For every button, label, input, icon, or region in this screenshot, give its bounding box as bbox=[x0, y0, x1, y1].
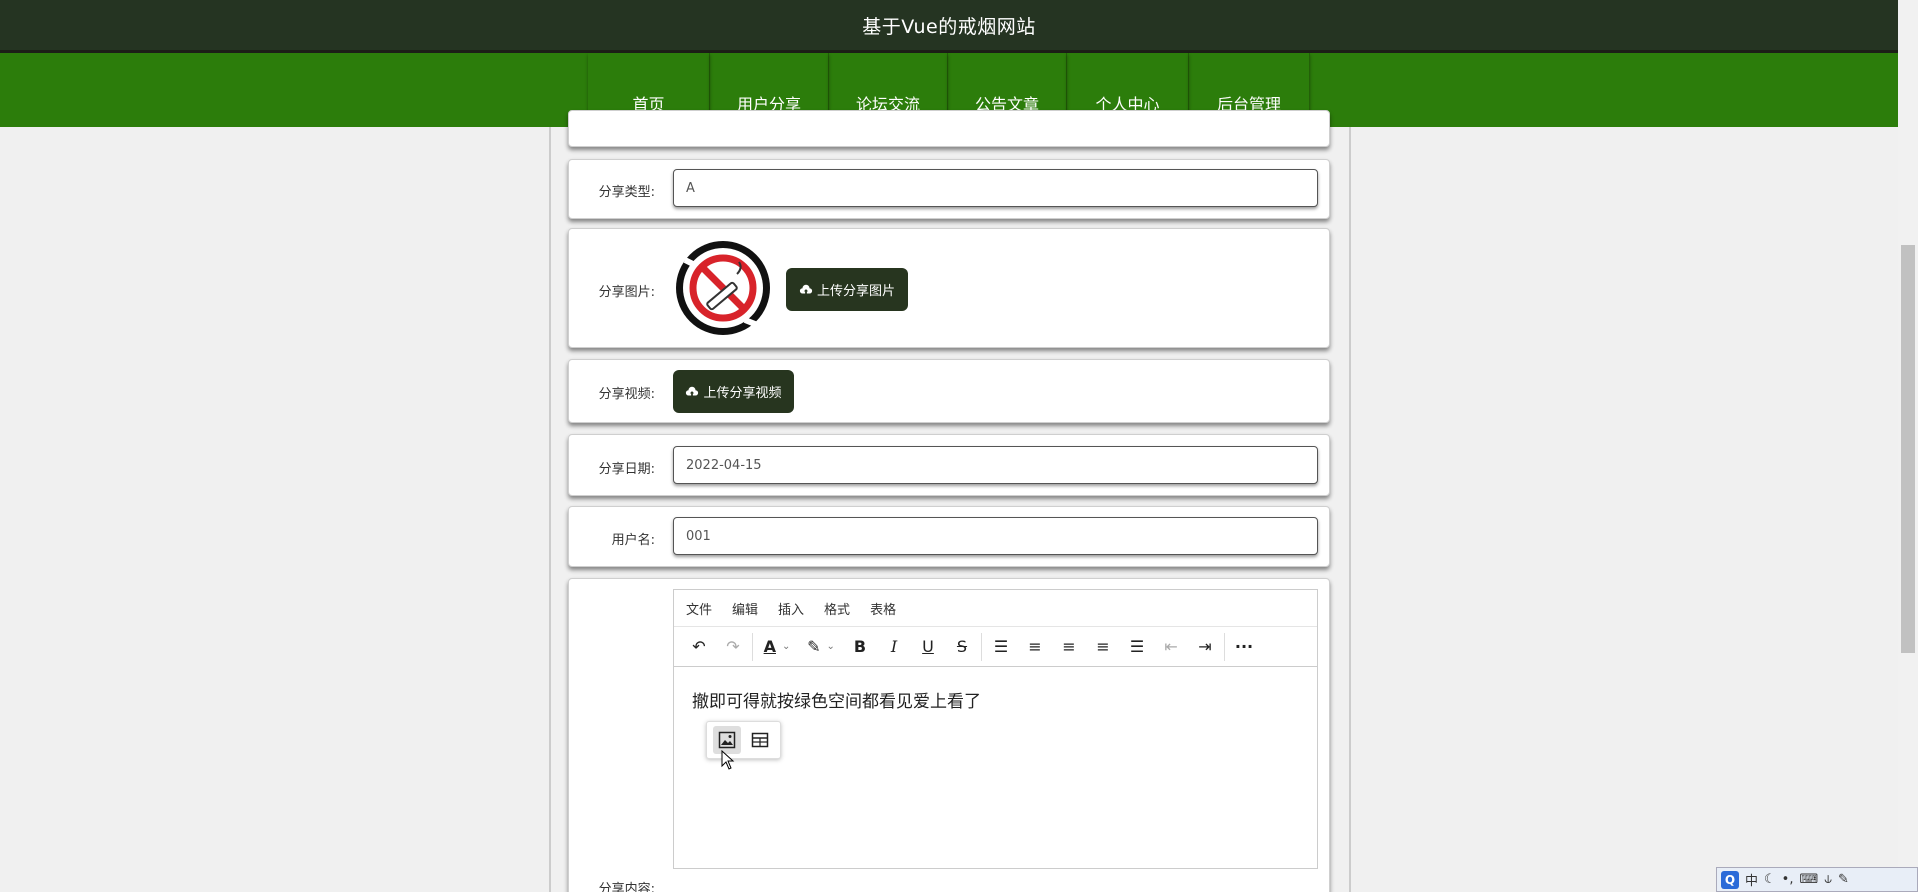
menu-format[interactable]: 格式 bbox=[824, 599, 850, 618]
upload-video-label: 上传分享视频 bbox=[703, 386, 782, 401]
ime-toolbar: Q 中 ☾ •, ⌨ ⫝ ✎ bbox=[1716, 867, 1918, 892]
share-date-label: 分享日期: bbox=[598, 462, 655, 477]
ime-logo-icon[interactable]: Q bbox=[1721, 870, 1739, 889]
outdent-icon[interactable]: ⇤ bbox=[1154, 632, 1188, 662]
form-row-username: 用户名: 001 bbox=[568, 506, 1330, 567]
share-date-input[interactable]: 2022-04-15 bbox=[673, 446, 1318, 484]
insert-table-icon[interactable] bbox=[746, 726, 774, 754]
username-label: 用户名: bbox=[611, 533, 655, 548]
line-height-icon[interactable]: ☰ bbox=[984, 632, 1018, 662]
site-title: 基于Vue的戒烟网站 bbox=[862, 15, 1036, 38]
align-justify-icon[interactable]: ☰ bbox=[1120, 632, 1154, 662]
editor-toolbar: ↶ ↷ A ⌄ ✎ ⌄ B I U S ☰ ≡ ≡ ≡ ☰ ⇤ ⇥ ··· bbox=[674, 627, 1317, 667]
align-right-icon[interactable]: ≡ bbox=[1086, 632, 1120, 662]
editor-menubar: 文件 编辑 插入 格式 表格 bbox=[674, 590, 1317, 627]
cloud-upload-icon bbox=[799, 284, 813, 293]
form-row-share-image: 分享图片: 上传分享图片 bbox=[568, 228, 1330, 348]
share-image-label: 分享图片: bbox=[598, 285, 655, 300]
share-type-input[interactable]: A bbox=[673, 169, 1318, 207]
mouse-cursor-icon bbox=[721, 750, 735, 770]
underline-icon[interactable]: U bbox=[911, 632, 945, 662]
menu-file[interactable]: 文件 bbox=[686, 599, 712, 618]
text-color-icon[interactable]: A ⌄ bbox=[755, 632, 799, 662]
form-row-share-video: 分享视频: 上传分享视频 bbox=[568, 359, 1330, 423]
italic-icon[interactable]: I bbox=[877, 632, 911, 662]
upload-image-label: 上传分享图片 bbox=[816, 284, 895, 299]
highlight-color-icon[interactable]: ✎ ⌄ bbox=[799, 632, 843, 662]
scrollbar-thumb[interactable] bbox=[1901, 245, 1915, 653]
strikethrough-icon[interactable]: S bbox=[945, 632, 979, 662]
share-image-thumbnail[interactable] bbox=[675, 240, 771, 336]
menu-insert[interactable]: 插入 bbox=[778, 599, 804, 618]
username-input[interactable]: 001 bbox=[673, 517, 1318, 555]
keyboard-icon[interactable]: ⌨ bbox=[1799, 872, 1818, 887]
share-type-label: 分享类型: bbox=[598, 185, 655, 200]
form-row-share-date: 分享日期: 2022-04-15 bbox=[568, 434, 1330, 496]
upload-video-button[interactable]: 上传分享视频 bbox=[673, 370, 794, 413]
menu-edit[interactable]: 编辑 bbox=[732, 599, 758, 618]
site-header: 基于Vue的戒烟网站 bbox=[0, 0, 1898, 50]
menu-table[interactable]: 表格 bbox=[870, 599, 896, 618]
align-center-icon[interactable]: ≡ bbox=[1052, 632, 1086, 662]
form-row-hidden bbox=[568, 110, 1330, 147]
upload-image-button[interactable]: 上传分享图片 bbox=[786, 268, 908, 311]
punctuation-icon[interactable]: •, bbox=[1782, 872, 1794, 887]
undo-icon[interactable]: ↶ bbox=[682, 632, 716, 662]
ime-mode[interactable]: 中 bbox=[1745, 870, 1758, 889]
redo-icon[interactable]: ↷ bbox=[716, 632, 750, 662]
settings-icon[interactable]: ✎ bbox=[1838, 872, 1849, 887]
quick-insert-toolbar bbox=[706, 721, 781, 759]
moon-icon[interactable]: ☾ bbox=[1764, 872, 1776, 887]
more-icon[interactable]: ··· bbox=[1227, 632, 1261, 662]
form-row-share-type: 分享类型: A bbox=[568, 159, 1330, 219]
fullwidth-icon[interactable]: ⫝ bbox=[1824, 872, 1832, 887]
page-scrollbar[interactable] bbox=[1898, 0, 1918, 892]
align-left-icon[interactable]: ≡ bbox=[1018, 632, 1052, 662]
bold-icon[interactable]: B bbox=[843, 632, 877, 662]
indent-icon[interactable]: ⇥ bbox=[1188, 632, 1222, 662]
form-row-share-content: 分享内容: 文件 编辑 插入 格式 表格 ↶ ↷ A ⌄ ✎ ⌄ B I U S ☰… bbox=[568, 578, 1330, 892]
share-content-label: 分享内容: bbox=[598, 882, 655, 892]
share-video-label: 分享视频: bbox=[598, 387, 655, 402]
cloud-upload-icon bbox=[686, 386, 699, 395]
